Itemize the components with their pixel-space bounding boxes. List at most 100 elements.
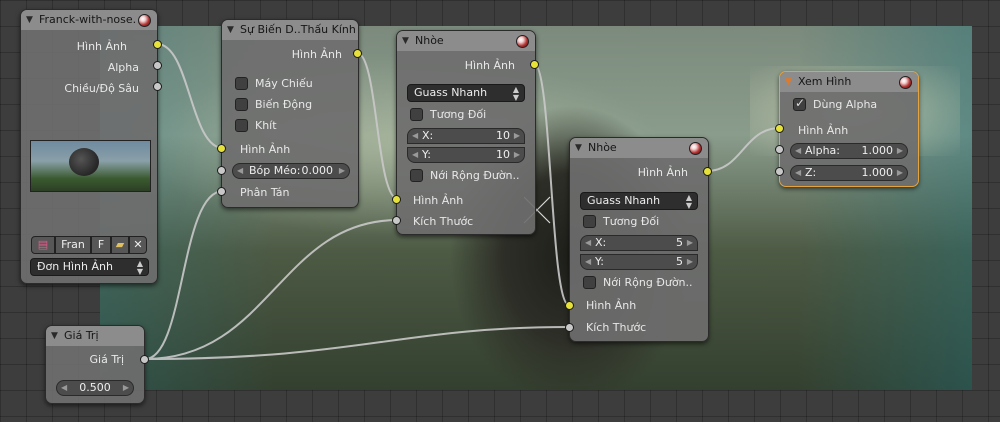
jitter-checkbox[interactable]	[235, 98, 248, 111]
use-alpha-checkbox[interactable]	[793, 96, 806, 111]
increment-arrow-icon[interactable]: ▶	[514, 129, 520, 143]
decrement-arrow-icon[interactable]: ◀	[585, 236, 591, 250]
preview-toggle-icon[interactable]	[899, 76, 912, 89]
blur1-extend-checkbox[interactable]	[410, 169, 423, 182]
collapse-icon[interactable]: ▼	[26, 10, 33, 30]
increment-arrow-icon[interactable]: ▶	[897, 166, 903, 180]
projector-checkbox[interactable]	[235, 77, 248, 90]
blur1-x-value: 10	[496, 129, 510, 142]
blur2-relative-checkbox[interactable]	[583, 215, 596, 228]
value-field[interactable]: ◀ 0.500 ▶	[56, 380, 134, 396]
lens-node-title: Sự Biến D..Thấu Kính	[240, 23, 356, 36]
blur1-relative-checkbox[interactable]	[410, 108, 423, 121]
value-output-label: Giá Trị	[89, 353, 125, 366]
unlink-button[interactable]: ✕	[129, 236, 147, 254]
blur2-y-value: 5	[676, 255, 683, 268]
jitter-label: Biến Động	[255, 98, 313, 111]
blur1-extend-label: Nới Rộng Đườn..	[430, 169, 520, 182]
blur2-title: Nhòe	[588, 141, 617, 154]
dispersion-label: Phân Tán	[240, 186, 290, 199]
fit-label: Khít	[255, 119, 277, 132]
blur2-input-size-socket[interactable]	[565, 323, 574, 332]
lens-input-distort-socket[interactable]	[217, 166, 226, 175]
viewer-alpha-field[interactable]: ◀ Alpha: 1.000 ▶	[790, 143, 908, 159]
value-node-title: Giá Trị	[64, 329, 99, 342]
blur1-y-field[interactable]: ◀ Y: 10 ▶	[407, 147, 525, 163]
value-node-header[interactable]: ▼ Giá Trị	[46, 326, 144, 346]
preview-toggle-icon[interactable]	[138, 14, 151, 27]
image-node-header[interactable]: ▼ Franck-with-nose.	[21, 10, 157, 30]
value-output-socket[interactable]	[140, 355, 149, 364]
open-file-button[interactable]: ▰	[111, 236, 129, 254]
blur1-x-field[interactable]: ◀ X: 10 ▶	[407, 128, 525, 144]
blur1-filter-select[interactable]: Guass Nhanh ▲ ▼	[407, 84, 525, 102]
value-node[interactable]: ▼ Giá Trị Giá Trị ◀ 0.500 ▶	[45, 325, 145, 404]
increment-arrow-icon[interactable]: ▶	[514, 148, 520, 162]
lens-distortion-node[interactable]: ▼ Sự Biến D..Thấu Kính Hình Ảnh Máy Chiế…	[221, 19, 359, 208]
lens-input-dispersion-socket[interactable]	[217, 187, 226, 196]
increment-arrow-icon[interactable]: ▶	[123, 381, 129, 395]
blur1-output-image-socket[interactable]	[530, 60, 539, 69]
lens-output-image-socket[interactable]	[353, 49, 362, 58]
blur2-x-value: 5	[676, 236, 683, 249]
image-node[interactable]: ▼ Franck-with-nose. Hình Ảnh Alpha Chiều…	[20, 9, 158, 284]
collapse-icon[interactable]: ▼	[51, 326, 58, 346]
viewer-node[interactable]: ▼ Xem Hình Dùng Alpha Hình Ảnh ◀ Alpha: …	[779, 71, 919, 187]
increment-arrow-icon[interactable]: ▶	[897, 144, 903, 158]
collapse-icon[interactable]: ▼	[785, 72, 792, 92]
viewer-header[interactable]: ▼ Xem Hình	[780, 72, 918, 92]
blur2-input-image-socket[interactable]	[565, 301, 574, 310]
blur1-input-size-socket[interactable]	[392, 216, 401, 225]
blur2-filter-select[interactable]: Guass Nhanh ▲ ▼	[580, 192, 698, 210]
increment-arrow-icon[interactable]: ▶	[687, 255, 693, 269]
image-node-output-alpha-socket[interactable]	[153, 61, 162, 70]
link-value-to-blur2-size	[144, 326, 570, 360]
fake-user-button[interactable]: F	[91, 236, 111, 254]
blur2-extend-checkbox[interactable]	[583, 276, 596, 289]
blur2-output-image-socket[interactable]	[703, 167, 712, 176]
image-node-output-image-socket[interactable]	[153, 40, 162, 49]
viewer-z-field[interactable]: ◀ Z: 1.000 ▶	[790, 165, 908, 181]
viewer-input-image-socket[interactable]	[775, 124, 784, 133]
decrement-arrow-icon[interactable]: ◀	[795, 144, 801, 158]
lens-input-image-socket[interactable]	[217, 144, 226, 153]
blur1-input-image-socket[interactable]	[392, 195, 401, 204]
blur1-y-value: 10	[496, 148, 510, 161]
preview-toggle-icon[interactable]	[689, 142, 702, 155]
collapse-icon[interactable]: ▼	[227, 20, 234, 40]
preview-toggle-icon[interactable]	[516, 35, 529, 48]
blur-node-1[interactable]: ▼ Nhòe Hình Ảnh Guass Nhanh ▲ ▼ Tương Đối…	[396, 30, 536, 235]
collapse-icon[interactable]: ▼	[402, 31, 409, 51]
increment-arrow-icon[interactable]: ▶	[339, 164, 345, 178]
blur1-x-label: X:	[422, 129, 434, 142]
image-thumbnail	[30, 140, 151, 192]
lens-node-header[interactable]: ▼ Sự Biến D..Thấu Kính	[222, 20, 358, 40]
increment-arrow-icon[interactable]: ▶	[687, 236, 693, 250]
blur2-header[interactable]: ▼ Nhòe	[570, 138, 708, 158]
blur-node-2[interactable]: ▼ Nhòe Hình Ảnh Guass Nhanh ▲ ▼ Tương Đối…	[569, 137, 709, 342]
viewer-input-z-socket[interactable]	[775, 167, 784, 176]
decrement-arrow-icon[interactable]: ◀	[412, 129, 418, 143]
frame-name-text: Fran	[61, 238, 85, 251]
image-source-select[interactable]: Đơn Hình Ảnh ▲ ▼	[30, 258, 149, 276]
decrement-arrow-icon[interactable]: ◀	[795, 166, 801, 180]
collapse-icon[interactable]: ▼	[575, 138, 582, 158]
fit-checkbox[interactable]	[235, 119, 248, 132]
updown-arrows-icon: ▲ ▼	[685, 193, 692, 210]
viewer-z-label: Z:	[805, 166, 817, 179]
blur2-y-field[interactable]: ◀ Y: 5 ▶	[580, 254, 698, 270]
decrement-arrow-icon[interactable]: ◀	[237, 164, 243, 178]
folder-icon: ▰	[115, 238, 125, 251]
blur1-filter-value: Guass Nhanh	[414, 86, 488, 99]
frame-name-field[interactable]: Fran	[55, 236, 91, 254]
lens-input-image-label: Hình Ảnh	[240, 143, 291, 156]
blur1-header[interactable]: ▼ Nhòe	[397, 31, 535, 51]
decrement-arrow-icon[interactable]: ◀	[412, 148, 418, 162]
decrement-arrow-icon[interactable]: ◀	[585, 255, 591, 269]
blur2-x-field[interactable]: ◀ X: 5 ▶	[580, 235, 698, 251]
viewer-input-alpha-socket[interactable]	[775, 145, 784, 154]
image-node-output-depth-socket[interactable]	[153, 82, 162, 91]
link-blur2-to-viewer	[706, 127, 781, 172]
image-browse-button[interactable]: ▤	[31, 236, 55, 254]
distort-field[interactable]: ◀ Bóp Méo: 0.000 ▶	[232, 163, 350, 179]
